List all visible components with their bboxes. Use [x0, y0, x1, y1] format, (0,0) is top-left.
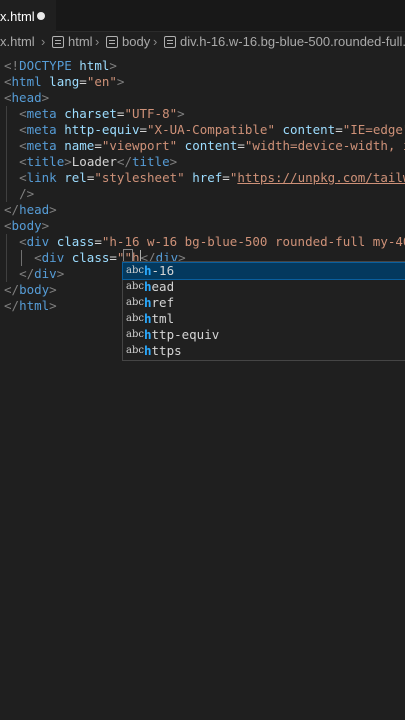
- indent-guide: [6, 234, 7, 250]
- breadcrumb-item-label: div.h-16.w-16.bg-blue-500.rounded-full.m: [180, 34, 405, 49]
- text-kind-icon: abc: [126, 345, 144, 356]
- indent-guide: [21, 250, 22, 266]
- suggestion-label: head: [144, 279, 175, 294]
- code-line-9: />: [4, 186, 34, 202]
- text-kind-icon: abc: [126, 281, 144, 292]
- code-line-10: </head>: [4, 202, 57, 217]
- breadcrumb-item-label: html: [68, 34, 93, 49]
- indent-guide: [6, 122, 7, 138]
- editor-tab-bar: x.html: [0, 0, 405, 32]
- suggestion-label: href: [144, 295, 175, 310]
- suggestion-item[interactable]: abc html: [123, 311, 405, 327]
- chevron-right-icon: ›: [95, 34, 100, 49]
- code-editor[interactable]: <!DOCTYPE html> <html lang="en"> <head> …: [0, 52, 405, 720]
- unsaved-dot-icon[interactable]: [37, 12, 45, 20]
- indent-guide: [6, 138, 7, 154]
- breadcrumb-item-label: body: [122, 34, 151, 49]
- suggestion-label: http-equiv: [144, 327, 220, 342]
- code-line-1: <!DOCTYPE html>: [4, 58, 117, 73]
- code-line-5: <meta http-equiv="X-UA-Compatible" conte…: [4, 122, 405, 138]
- vscode-window: x.html x.html › html › body › div.h-16.w…: [0, 0, 405, 720]
- tab-index-html[interactable]: x.html: [0, 0, 56, 32]
- indent-guide: [6, 186, 7, 202]
- breadcrumb-item-body[interactable]: body: [106, 32, 150, 52]
- code-line-4: <meta charset="UTF-8">: [4, 106, 185, 122]
- autocomplete-suggestions: abc h-16 abc head abc href abc html abc …: [122, 261, 405, 361]
- indent-guide: [6, 170, 7, 186]
- suggestion-item[interactable]: abc h-16: [122, 262, 405, 280]
- breadcrumb-file[interactable]: x.html: [0, 32, 35, 52]
- indent-guide: [6, 266, 7, 282]
- suggestion-label: https: [144, 343, 182, 358]
- code-line-8: <link rel="stylesheet" href="https://unp…: [4, 170, 405, 186]
- chevron-right-icon: ›: [153, 34, 158, 49]
- breadcrumb-item-div[interactable]: div.h-16.w-16.bg-blue-500.rounded-full.m: [164, 32, 405, 52]
- code-line-12: <div class="h-16 w-16 bg-blue-500 rounde…: [4, 234, 405, 250]
- breadcrumb: x.html › html › body › div.h-16.w-16.bg-…: [0, 32, 405, 52]
- suggestion-label: html: [144, 311, 175, 326]
- stylesheet-link[interactable]: https://unpkg.com/tailwindcss@: [237, 170, 405, 185]
- suggestion-item[interactable]: abc https: [123, 343, 405, 359]
- element-icon: [106, 36, 118, 48]
- indent-guide: [6, 106, 7, 122]
- tab-label: x.html: [0, 9, 35, 24]
- code-line-14: </div>: [4, 266, 64, 282]
- suggestion-item[interactable]: abc href: [123, 295, 405, 311]
- indent-guide: [6, 154, 7, 170]
- chevron-right-icon: ›: [41, 34, 46, 49]
- code-line-16: </html>: [4, 298, 57, 313]
- text-kind-icon: abc: [126, 329, 144, 340]
- suggestion-label: h-16: [144, 263, 175, 278]
- code-line-11: <body>: [4, 218, 50, 233]
- text-kind-icon: abc: [126, 297, 144, 308]
- suggestion-item[interactable]: abc head: [123, 279, 405, 295]
- code-line-2: <html lang="en">: [4, 74, 125, 89]
- element-icon: [164, 36, 176, 48]
- indent-guide: [6, 250, 7, 266]
- breadcrumb-item-html[interactable]: html: [52, 32, 93, 52]
- text-kind-icon: abc: [126, 313, 144, 324]
- text-kind-icon: abc: [126, 265, 144, 276]
- suggestion-item[interactable]: abc http-equiv: [123, 327, 405, 343]
- code-line-3: <head>: [4, 90, 50, 105]
- code-line-7: <title>Loader</title>: [4, 154, 177, 170]
- element-icon: [52, 36, 64, 48]
- code-line-6: <meta name="viewport" content="width=dev…: [4, 138, 405, 154]
- code-line-15: </body>: [4, 282, 57, 297]
